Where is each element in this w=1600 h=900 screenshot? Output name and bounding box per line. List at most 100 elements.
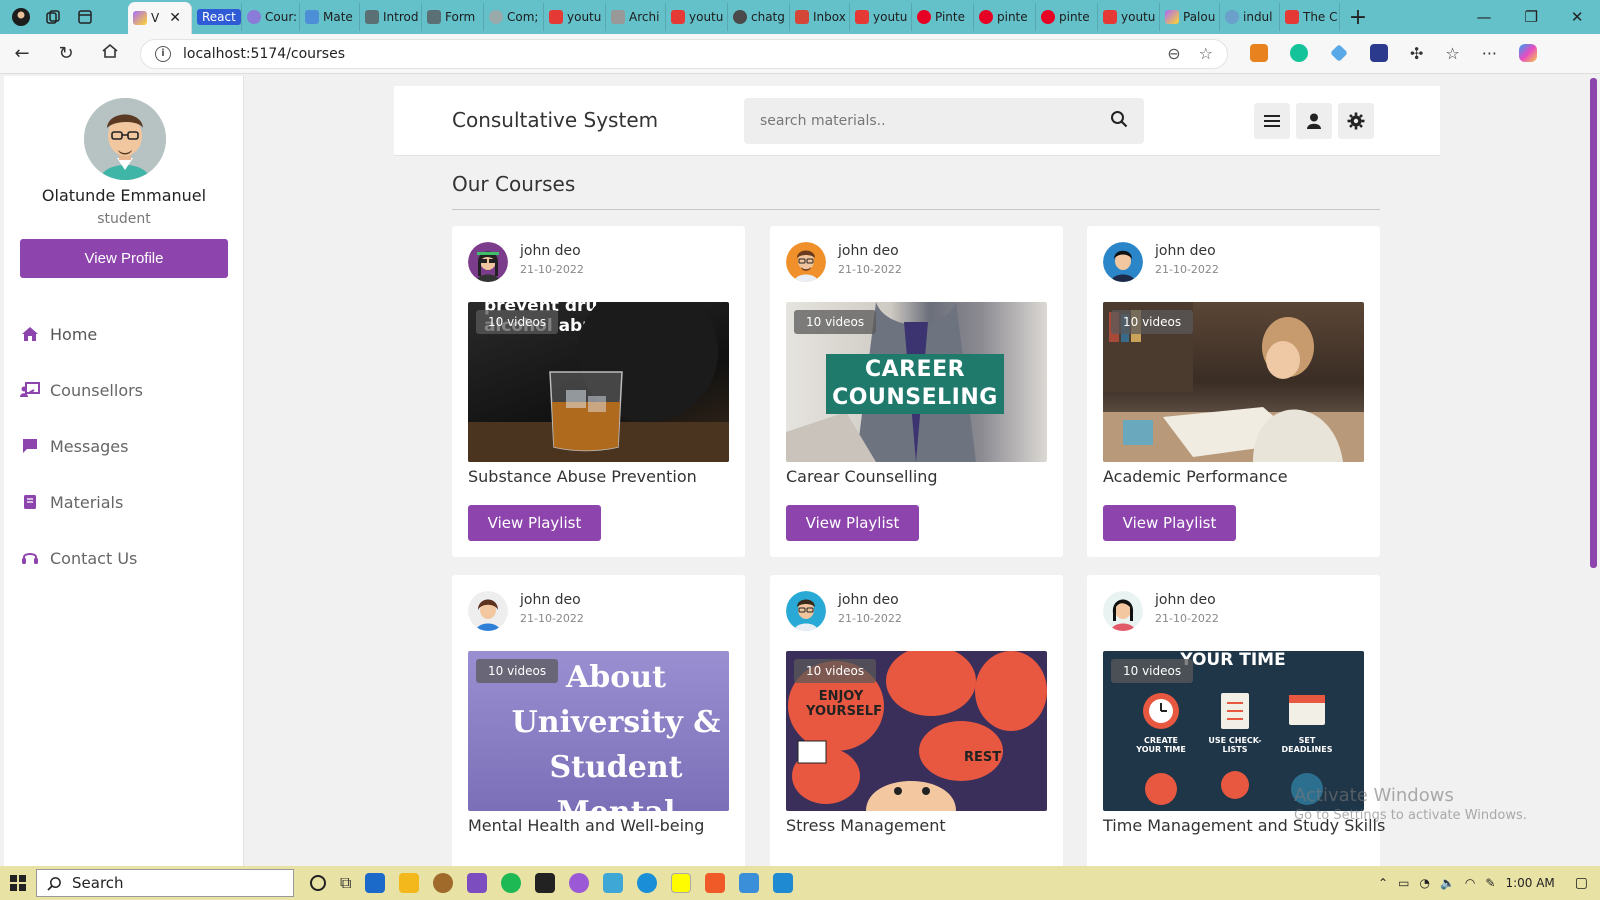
course-thumbnail[interactable]: 10 videos prevent drug and alcohol abuse… [468, 302, 729, 462]
close-window-icon[interactable]: ✕ [1571, 8, 1584, 26]
brave-icon[interactable] [705, 873, 726, 893]
view-playlist-button[interactable]: View Playlist [468, 505, 601, 541]
volume-icon[interactable]: 🔈 [1440, 876, 1455, 890]
course-card: john deo 21-10-2022 10 videos prevent dr… [452, 226, 745, 557]
tab-react[interactable]: React [192, 3, 242, 31]
tab-item[interactable]: The C [1280, 3, 1340, 31]
copilot-icon[interactable] [1519, 44, 1538, 62]
tab-item[interactable]: youtu [544, 3, 606, 31]
gear-icon [1347, 112, 1365, 130]
pen-icon[interactable]: ✎ [1485, 876, 1495, 890]
file-explorer-icon[interactable] [399, 873, 420, 893]
minimize-icon[interactable]: — [1476, 8, 1491, 26]
vscode-icon[interactable] [773, 873, 794, 893]
task-view-icon[interactable]: ⧉ [340, 873, 351, 893]
tab-item[interactable]: pinte [974, 3, 1036, 31]
scrollbar-thumb[interactable] [1590, 78, 1597, 568]
settings-button[interactable] [1338, 103, 1374, 139]
view-playlist-button[interactable]: View Playlist [1103, 505, 1236, 541]
tab-item[interactable]: Form [422, 3, 484, 31]
zoom-out-icon[interactable]: ⊖ [1167, 44, 1180, 63]
tab-item[interactable]: Mate [300, 3, 360, 31]
active-tab[interactable]: V ✕ [128, 2, 192, 34]
course-thumbnail[interactable]: 10 videos CAREER COUNSELING [786, 302, 1047, 462]
profile-avatar-icon[interactable] [10, 6, 32, 28]
tab-item[interactable]: Archi [606, 3, 666, 31]
photos-app-icon[interactable] [739, 873, 760, 893]
course-thumbnail[interactable]: REST 10 videos ENJOY YOURSELF [786, 651, 1047, 811]
more-menu-icon[interactable]: ··· [1482, 44, 1497, 63]
taskbar-search-box[interactable]: Search [36, 869, 294, 897]
tab-item[interactable]: Palou [1160, 3, 1220, 31]
svg-text:CREATE: CREATE [1144, 736, 1178, 745]
network-icon[interactable]: ◔ [1419, 876, 1429, 890]
tab-item[interactable]: youtu [1098, 3, 1160, 31]
activate-windows-watermark: Activate Windows Go to Settings to activ… [1294, 785, 1527, 823]
tab-item[interactable]: indul [1220, 3, 1280, 31]
app-hex-icon[interactable] [603, 873, 624, 893]
tab-item[interactable]: Pinte [912, 3, 974, 31]
chevron-up-icon[interactable]: ⌃ [1378, 876, 1388, 890]
restore-icon[interactable]: ❐ [1524, 8, 1537, 26]
favorites-icon[interactable]: ☆ [1445, 44, 1459, 63]
chrome-like-app-icon[interactable] [433, 873, 454, 893]
extensions-puzzle-icon[interactable]: ✣ [1410, 44, 1423, 63]
close-icon[interactable]: ✕ [169, 10, 181, 26]
clock-time[interactable]: 1:00 AM [1505, 876, 1554, 890]
home-browser-icon[interactable] [88, 42, 132, 65]
tab-item[interactable]: chatg [728, 3, 790, 31]
spotify-icon[interactable] [501, 873, 522, 893]
workspaces-icon[interactable] [42, 6, 64, 28]
tab-actions-icon[interactable] [74, 6, 96, 28]
cortana-icon[interactable] [310, 875, 326, 891]
battery-icon[interactable]: ▭ [1398, 876, 1409, 890]
snapchat-icon[interactable] [671, 873, 692, 893]
chalkboard-teacher-icon [20, 381, 40, 399]
tab-item[interactable]: Com; [484, 3, 544, 31]
course-thumbnail[interactable]: 10 videos [1103, 302, 1364, 462]
tab-item[interactable]: youtu [850, 3, 912, 31]
favorite-star-icon[interactable]: ☆ [1199, 44, 1213, 63]
extension-app-icon[interactable] [1370, 44, 1388, 62]
store-app-icon[interactable] [365, 873, 386, 893]
extension-diamond-icon[interactable] [1330, 44, 1348, 62]
metamask-icon[interactable] [1250, 44, 1268, 62]
watermark-title: Activate Windows [1294, 785, 1454, 806]
menu-button[interactable] [1254, 103, 1290, 139]
sidebar-item-contact-us[interactable]: Contact Us [4, 530, 244, 586]
user-button[interactable] [1296, 103, 1332, 139]
new-tab-icon[interactable]: + [1340, 5, 1376, 30]
sidebar-item-materials[interactable]: Materials [4, 474, 244, 530]
taskbar-apps: ⧉ [310, 873, 794, 893]
notifications-icon[interactable]: ▢ [1575, 875, 1588, 891]
sidebar-item-messages[interactable]: Messages [4, 418, 244, 474]
wifi-icon[interactable]: ◠ [1465, 876, 1475, 890]
tab-item[interactable]: pinte [1036, 3, 1098, 31]
tab-item[interactable]: youtu [666, 3, 728, 31]
url-input[interactable]: i localhost:5174/courses ⊖ ☆ [140, 38, 1228, 69]
tab-label: Form [445, 10, 476, 24]
tab-label: Com; [507, 10, 539, 24]
course-thumbnail[interactable]: 10 videos About University & Student Men… [468, 651, 729, 811]
tab-item[interactable]: Inbox [790, 3, 850, 31]
search-icon[interactable] [1110, 110, 1128, 132]
visual-studio-icon[interactable] [467, 873, 488, 893]
author-avatar [1103, 591, 1143, 631]
view-profile-button[interactable]: View Profile [20, 239, 228, 278]
search-input[interactable] [760, 113, 1110, 129]
grammarly-icon[interactable] [1290, 44, 1308, 62]
sidebar-item-counsellors[interactable]: Counsellors [4, 362, 244, 418]
tab-item[interactable]: Cour: [242, 3, 300, 31]
back-arrow-icon[interactable]: ← [0, 43, 44, 64]
windows-start-icon[interactable] [0, 875, 36, 891]
app-purple-icon[interactable] [569, 873, 590, 893]
course-title: Carear Counselling [786, 467, 938, 486]
view-playlist-button[interactable]: View Playlist [786, 505, 919, 541]
author-avatar [786, 242, 826, 282]
sidebar-item-home[interactable]: Home [4, 306, 244, 362]
refresh-icon[interactable]: ↻ [44, 43, 88, 64]
edge-icon[interactable] [637, 873, 658, 893]
tab-item[interactable]: Introd [360, 3, 422, 31]
site-info-icon[interactable]: i [155, 45, 171, 62]
app-dark-icon[interactable] [535, 873, 556, 893]
